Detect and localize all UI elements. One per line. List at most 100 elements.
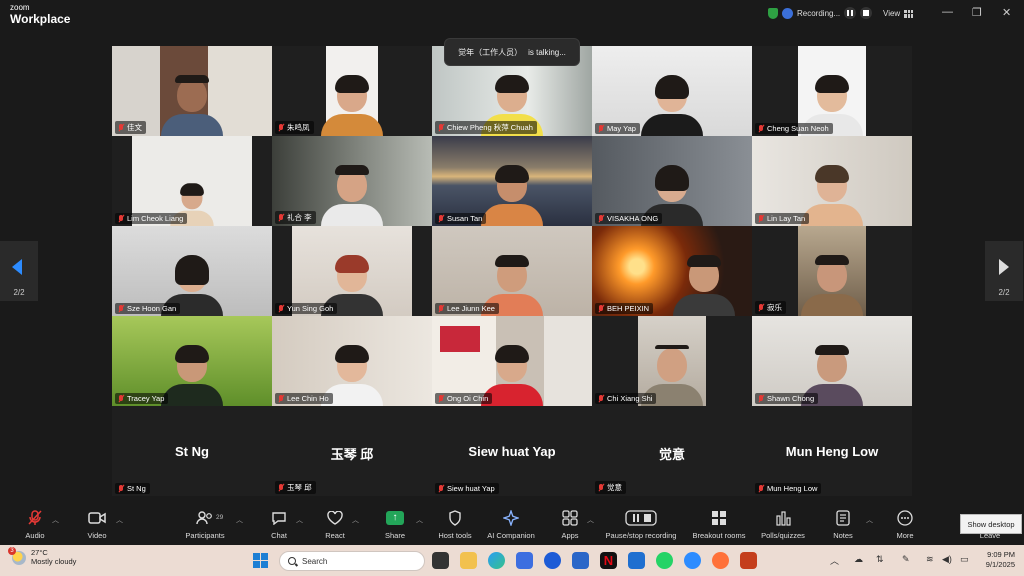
mic-off-icon [598, 215, 604, 222]
chevron-up-icon[interactable]: ︿ [236, 515, 243, 525]
pause-stop-icon [625, 510, 657, 526]
mic-off-icon [758, 215, 764, 222]
video-tile-off[interactable]: St Ng St Ng [112, 406, 272, 496]
defender-icon[interactable] [628, 552, 645, 569]
shield-icon [768, 7, 778, 19]
whatsapp-icon[interactable] [656, 552, 673, 569]
file-explorer-icon[interactable] [460, 552, 477, 569]
video-tile[interactable]: Lee Jiunn Kee [432, 226, 592, 316]
video-tile-off[interactable]: 玉琴 邱 玉琴 邱 [272, 406, 432, 496]
chrome-icon[interactable] [544, 552, 561, 569]
video-tile[interactable]: Yun Sing Goh [272, 226, 432, 316]
participant-name: Ong Oi Chin [447, 394, 489, 403]
participant-name: 朱鸣凤 [287, 123, 310, 132]
share-label: Share [384, 531, 405, 540]
chat-icon [272, 512, 286, 525]
video-tile[interactable]: Ong Oi Chin [432, 316, 592, 406]
store-icon[interactable] [516, 552, 533, 569]
windows-taskbar: 3 27°C Mostly cloudy Search N ︿ ☁ ⇅ ✎ ≋ … [0, 545, 1024, 576]
host-tools-label: Host tools [438, 531, 472, 540]
view-button[interactable]: View [883, 9, 914, 18]
netflix-icon[interactable]: N [600, 552, 617, 569]
chevron-up-icon[interactable]: ︿ [52, 515, 59, 525]
video-tile[interactable]: Chi Xiang Shi [592, 316, 752, 406]
video-tile[interactable]: Shawn Chong [752, 316, 912, 406]
breakout-rooms-button[interactable]: Breakout rooms [684, 509, 754, 540]
taskbar-clock[interactable]: 9:09 PM 9/1/2025 [975, 550, 1015, 570]
more-button[interactable]: More [870, 509, 940, 540]
clock-time: 9:09 PM [987, 550, 1015, 559]
weather-widget[interactable]: 3 27°C Mostly cloudy [8, 546, 76, 566]
app-icon[interactable] [572, 552, 589, 569]
network-icon[interactable]: ⇅ [876, 554, 884, 565]
video-tile[interactable]: VISAKHA ONG [592, 136, 752, 226]
powerpoint-icon[interactable] [740, 552, 757, 569]
video-tile[interactable]: Lee Chin Ho [272, 316, 432, 406]
participant-name: Shawn Chong [767, 394, 815, 403]
notes-button[interactable]: Notes ︿ [808, 509, 878, 540]
volume-icon[interactable]: ◀) [942, 554, 952, 565]
apps-label: Apps [561, 531, 579, 540]
share-screen-icon: ↑ [386, 511, 404, 525]
participant-name: Tracey Yap [127, 394, 165, 403]
pause-stop-recording-button[interactable]: Pause/stop recording [598, 509, 684, 540]
video-tile[interactable]: Lin Lay Tan [752, 136, 912, 226]
participants-icon [196, 511, 212, 525]
next-page-button[interactable]: 2/2 [985, 241, 1023, 301]
video-tile[interactable]: 礼合 李 [272, 136, 432, 226]
chevron-up-icon[interactable]: ︿ [830, 554, 839, 567]
restore-button[interactable]: ❐ [972, 6, 982, 19]
talking-name: 觉年（工作人员） [458, 47, 523, 57]
minimize-button[interactable]: — [942, 6, 953, 18]
video-button[interactable]: Video ︿ [62, 509, 132, 540]
video-tile[interactable]: 朱鸣凤 [272, 46, 432, 136]
react-label: React [325, 531, 345, 540]
video-tile[interactable]: Sze Hoon Gan [112, 226, 272, 316]
prev-page-button[interactable]: 2/2 [0, 241, 38, 301]
video-tile-off[interactable]: 觉意 觉意 [592, 406, 752, 496]
close-button[interactable]: ✕ [1002, 6, 1011, 19]
mic-muted-icon [28, 510, 42, 525]
pen-icon[interactable]: ✎ [902, 554, 910, 565]
video-tile[interactable]: Cheng Suan Neoh [752, 46, 912, 136]
arrow-left-icon [12, 259, 22, 275]
mic-off-icon [758, 304, 764, 311]
participants-count: 29 [216, 514, 224, 521]
edge-icon[interactable] [488, 552, 505, 569]
mic-off-icon [278, 484, 284, 491]
participants-button[interactable]: Participants 29 ︿ [170, 509, 243, 540]
wifi-icon[interactable]: ≋ [926, 554, 934, 565]
video-tile[interactable]: Tracey Yap [112, 316, 272, 406]
video-tile[interactable]: BEH PEIXIN [592, 226, 752, 316]
mic-off-icon [438, 215, 444, 222]
video-tile[interactable]: Susan Tan [432, 136, 592, 226]
chevron-up-icon[interactable]: ︿ [116, 515, 123, 525]
windows-start-icon[interactable] [253, 553, 268, 568]
taskbar-search[interactable]: Search [279, 551, 425, 571]
participant-name: Yun Sing Goh [287, 304, 334, 313]
talking-status: is talking... [528, 47, 566, 57]
battery-icon[interactable]: ▭ [960, 554, 969, 565]
video-tile[interactable]: May Yap [592, 46, 752, 136]
mic-off-icon [438, 395, 444, 402]
pause-recording-icon[interactable] [844, 7, 857, 19]
participant-label: 佳文 [115, 121, 146, 134]
firefox-icon[interactable] [712, 552, 729, 569]
chevron-up-icon[interactable]: ︿ [587, 515, 594, 525]
cloud-icon[interactable]: ☁ [854, 554, 863, 565]
video-tile[interactable]: 寂乐 [752, 226, 912, 316]
participant-name: Cheng Suan Neoh [767, 124, 829, 133]
video-tile[interactable]: 佳文 [112, 46, 272, 136]
task-view-icon[interactable] [432, 552, 449, 569]
stop-recording-icon[interactable] [860, 7, 873, 19]
zoom-taskbar-icon[interactable] [684, 552, 701, 569]
video-tile-off[interactable]: Mun Heng Low Mun Heng Low [752, 406, 912, 496]
recording-label: Recording... [797, 8, 841, 18]
mic-off-icon [118, 124, 124, 131]
video-tile-off[interactable]: Siew huat Yap Siew huat Yap [432, 406, 592, 496]
apps-button[interactable]: Apps ︿ [535, 509, 605, 540]
chevron-up-icon[interactable]: ︿ [352, 515, 359, 525]
audio-button[interactable]: Audio ︿ [0, 509, 70, 540]
video-tile[interactable]: Lim Cheok Liang [112, 136, 272, 226]
mic-off-icon [758, 395, 764, 402]
